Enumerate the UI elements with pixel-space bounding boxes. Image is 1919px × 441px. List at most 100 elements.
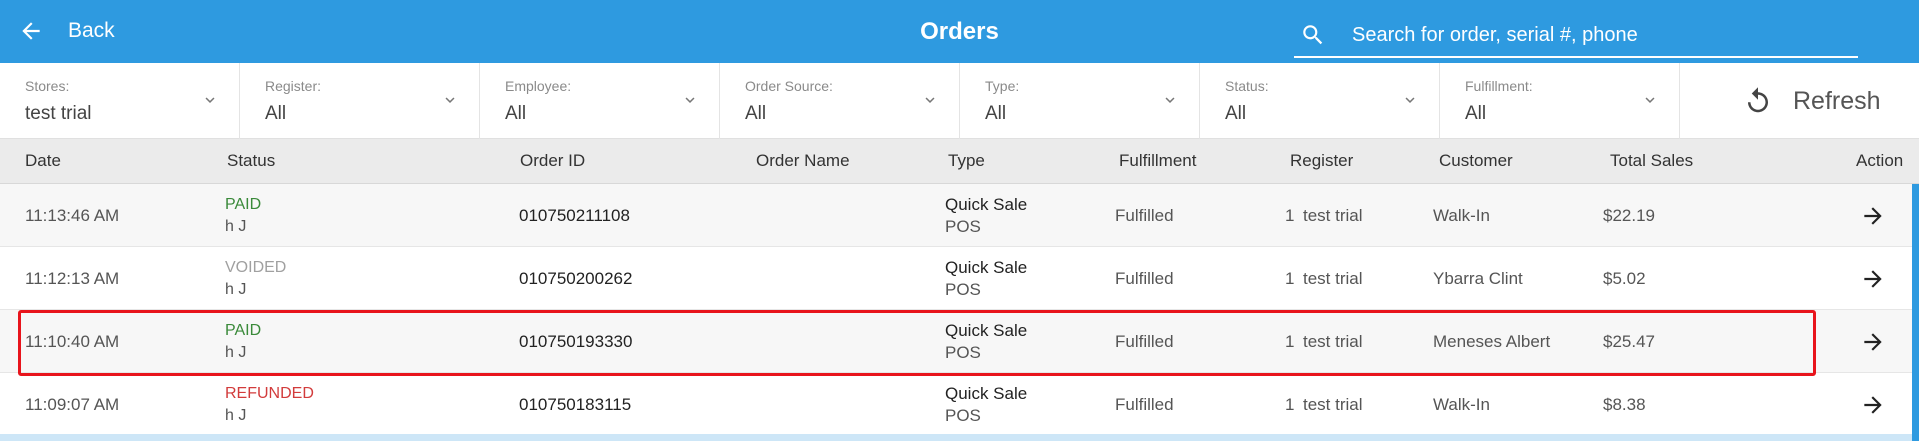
table-header: Date Status Order ID Order Name Type Ful… (0, 139, 1919, 184)
total-sales: $25.47 (1603, 332, 1655, 351)
order-date: 11:12:13 AM (25, 269, 120, 288)
filter-label: Employee: (505, 78, 572, 94)
arrow-right-icon[interactable] (1860, 203, 1886, 229)
status-badge: REFUNDED (225, 385, 314, 402)
search-bar[interactable] (1294, 14, 1858, 58)
vertical-scrollbar[interactable] (1912, 184, 1919, 441)
fulfillment-filter[interactable]: Fulfillment: All (1440, 63, 1680, 139)
order-id: 010750211108 (519, 206, 630, 225)
arrow-right-icon[interactable] (1860, 392, 1886, 418)
filter-label: Type: (985, 78, 1020, 94)
fulfillment-status: Fulfilled (1115, 206, 1174, 225)
fulfillment-status: Fulfilled (1115, 332, 1174, 351)
employee-name: h J (225, 344, 247, 361)
filter-label: Status: (1225, 78, 1269, 94)
filter-value: All (1225, 103, 1247, 124)
customer-name: Ybarra Clint (1433, 269, 1523, 288)
order-date: 11:13:46 AM (25, 206, 120, 225)
order-date: 11:10:40 AM (25, 332, 120, 351)
chevron-down-icon (1405, 97, 1415, 103)
order-date: 11:09:07 AM (25, 395, 120, 414)
chevron-down-icon (205, 97, 215, 103)
column-header-customer[interactable]: Customer (1439, 151, 1513, 171)
order-id: 010750200262 (519, 269, 633, 288)
customer-name: Meneses Albert (1433, 332, 1551, 351)
stores-filter[interactable]: Stores: test trial (0, 63, 240, 139)
order-type: Quick Sale (945, 384, 1028, 403)
customer-name: Walk-In (1433, 395, 1490, 414)
chevron-down-icon (685, 97, 695, 103)
chevron-down-icon (1645, 97, 1655, 103)
refresh-button[interactable]: Refresh (1681, 63, 1919, 139)
employee-name: h J (225, 218, 247, 235)
status-badge: PAID (225, 196, 262, 213)
filter-label: Register: (265, 78, 322, 94)
chevron-down-icon (1165, 97, 1175, 103)
chevron-down-icon (445, 97, 455, 103)
order-source-filter[interactable]: Order Source: All (720, 63, 960, 139)
register-number: 1 (1285, 332, 1295, 351)
top-app-bar: Back Orders (0, 0, 1919, 63)
filter-value: All (745, 103, 767, 124)
filter-label: Fulfillment: (1465, 78, 1533, 94)
column-header-action: Action (1856, 151, 1904, 170)
search-input[interactable] (1352, 23, 1832, 47)
refresh-icon (1748, 87, 1768, 113)
column-header-order-id[interactable]: Order ID (520, 151, 585, 171)
refresh-label: Refresh (1793, 86, 1881, 115)
fulfillment-status: Fulfilled (1115, 395, 1174, 414)
search-icon (1303, 25, 1323, 45)
table-row[interactable]: 11:13:46 AM PAID h J 010750211108 Quick … (0, 184, 1912, 247)
column-header-type[interactable]: Type (948, 151, 985, 171)
order-id: 010750193330 (519, 332, 633, 351)
column-header-date[interactable]: Date (25, 151, 61, 171)
filter-label: Order Source: (745, 78, 833, 94)
customer-name: Walk-In (1433, 206, 1490, 225)
order-source: POS (945, 406, 981, 425)
column-header-status[interactable]: Status (227, 151, 275, 171)
order-source: POS (945, 343, 981, 362)
filter-value: All (505, 103, 527, 124)
employee-name: h J (225, 281, 247, 298)
fulfillment-status: Fulfilled (1115, 269, 1174, 288)
status-badge: PAID (225, 322, 262, 339)
register-number: 1 (1285, 269, 1295, 288)
column-header-order-name[interactable]: Order Name (756, 151, 850, 171)
order-source: POS (945, 280, 981, 299)
register-name: test trial (1303, 206, 1363, 225)
chevron-down-icon (925, 97, 935, 103)
table-row[interactable]: 11:10:40 AM PAID h J 010750193330 Quick … (0, 310, 1912, 373)
register-name: test trial (1303, 332, 1363, 351)
type-filter[interactable]: Type: All (960, 63, 1200, 139)
total-sales: $5.02 (1603, 269, 1646, 288)
arrow-right-icon[interactable] (1860, 329, 1886, 355)
employee-name: h J (225, 407, 247, 424)
order-source: POS (945, 217, 981, 236)
filter-bar: Stores: test trial Register: All Employe… (0, 63, 1919, 139)
order-id: 010750183115 (519, 395, 632, 414)
register-name: test trial (1303, 269, 1363, 288)
total-sales: $8.38 (1603, 395, 1646, 414)
filter-value: All (265, 103, 287, 124)
filter-label: Stores: (25, 78, 70, 94)
table-row[interactable]: 11:09:07 AM REFUNDED h J 010750183115 Qu… (0, 373, 1912, 436)
register-filter[interactable]: Register: All (240, 63, 480, 139)
status-filter[interactable]: Status: All (1200, 63, 1440, 139)
bottom-divider (0, 434, 1912, 441)
order-type: Quick Sale (945, 258, 1028, 277)
column-header-total-sales[interactable]: Total Sales (1610, 151, 1693, 171)
order-type: Quick Sale (945, 321, 1028, 340)
table-row[interactable]: 11:12:13 AM VOIDED h J 010750200262 Quic… (0, 247, 1912, 310)
column-header-fulfillment[interactable]: Fulfillment (1119, 151, 1196, 171)
register-number: 1 (1285, 395, 1295, 414)
arrow-right-icon[interactable] (1860, 266, 1886, 292)
column-header-register[interactable]: Register (1290, 151, 1353, 171)
employee-filter[interactable]: Employee: All (480, 63, 720, 139)
register-name: test trial (1303, 395, 1363, 414)
filter-value: test trial (25, 103, 92, 124)
order-type: Quick Sale (945, 195, 1028, 214)
filter-value: All (985, 103, 1007, 124)
total-sales: $22.19 (1603, 206, 1655, 225)
register-number: 1 (1285, 206, 1295, 225)
status-badge: VOIDED (225, 259, 287, 276)
